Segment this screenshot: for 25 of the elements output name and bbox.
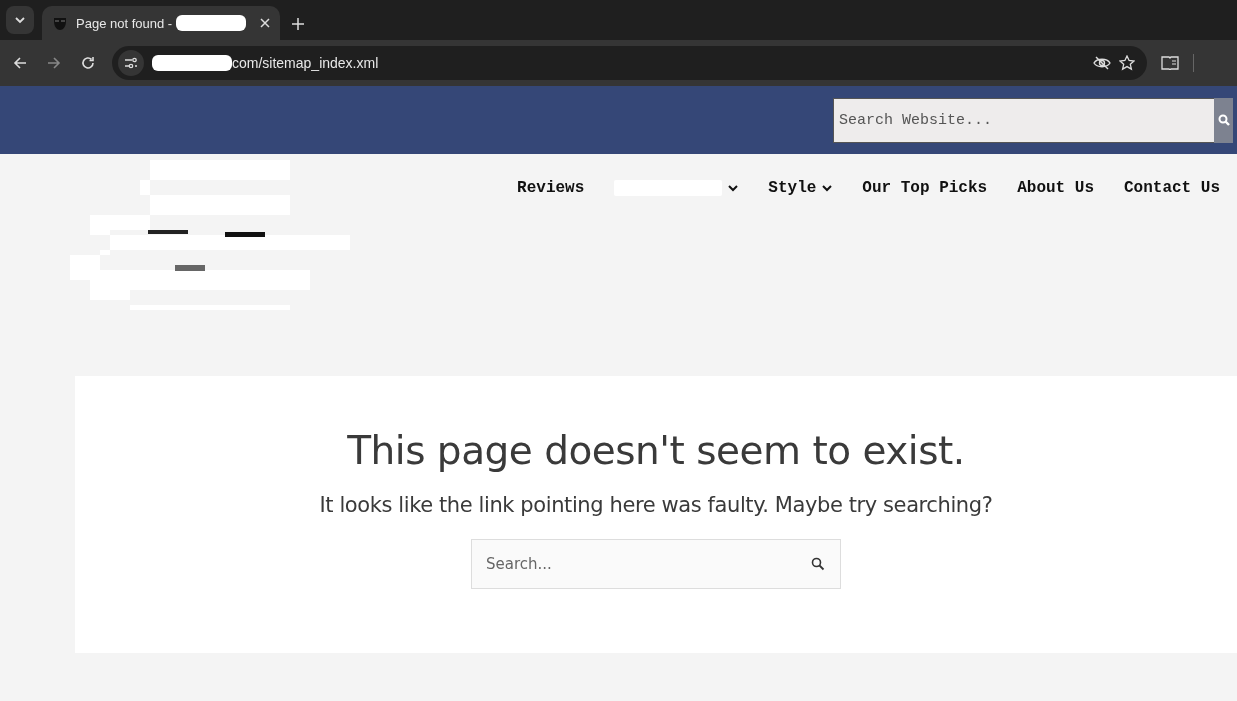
nav-dropdown[interactable]: Style [768, 178, 833, 198]
address-bar[interactable]: com/sitemap_index.xml [112, 46, 1147, 80]
reading-mode-icon[interactable] [1161, 56, 1179, 70]
caret-icon [728, 184, 739, 192]
chevron-down-icon [15, 16, 25, 24]
eye-slash-icon[interactable] [1093, 56, 1111, 70]
nav-link[interactable]: Our Top Picks [862, 178, 988, 198]
nav-link[interactable]: Reviews [517, 178, 585, 198]
redaction-mark [176, 15, 247, 31]
nav-link[interactable]: Contact Us [1124, 178, 1220, 198]
tab-list-button[interactable] [6, 6, 34, 34]
error-message: It looks like the link pointing here was faulty. Maybe try searching? [319, 493, 993, 517]
caret-icon [822, 184, 833, 192]
search-button[interactable] [1214, 97, 1233, 143]
close-icon[interactable] [260, 18, 270, 28]
search-icon[interactable] [811, 557, 825, 571]
url-text: com/sitemap_index.xml [232, 55, 379, 71]
star-icon[interactable] [1119, 55, 1135, 71]
error-title: This page doesn't seem to exist. [347, 428, 965, 473]
tab-title: Page not found - [76, 15, 173, 31]
nav-link[interactable]: About Us [1017, 178, 1094, 198]
site-info-icon[interactable] [118, 50, 144, 76]
search-field[interactable]: Search Website... [833, 97, 1214, 143]
search-icon [1217, 114, 1230, 126]
browser-tab[interactable]: Page not found - [42, 6, 280, 40]
